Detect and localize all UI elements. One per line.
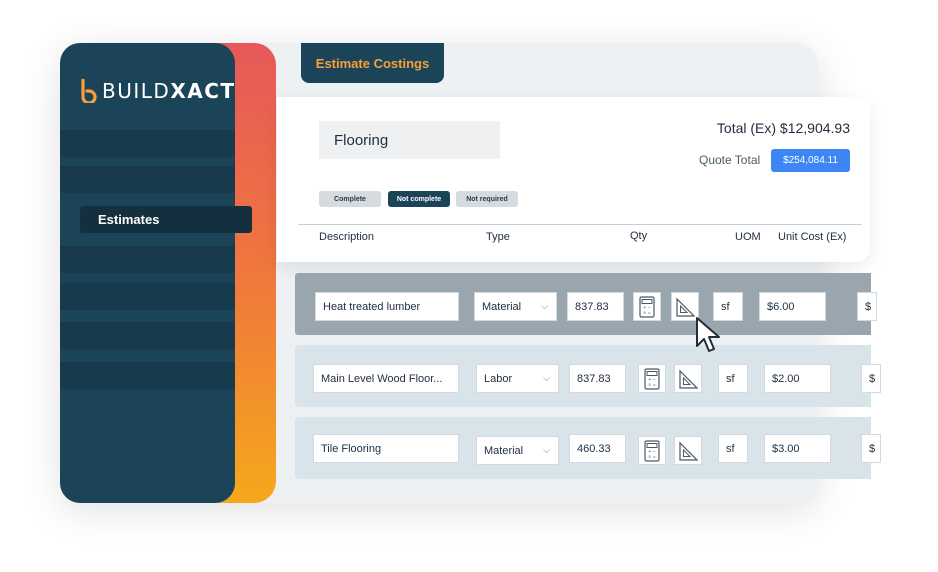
- description-input[interactable]: Heat treated lumber: [315, 292, 459, 321]
- chevron-down-icon: ⌵: [543, 445, 550, 455]
- stage-name-input[interactable]: Flooring: [319, 121, 500, 159]
- chevron-down-icon: ⌵: [543, 373, 550, 383]
- sidebar-item-estimates[interactable]: Estimates: [80, 206, 252, 233]
- unit-cost-input[interactable]: $2.00: [764, 364, 831, 393]
- set-square-icon: [679, 369, 698, 389]
- total-cost-input[interactable]: $: [861, 434, 881, 463]
- calculator-icon: + −× =: [644, 367, 660, 390]
- tab-estimate-costings[interactable]: Estimate Costings: [301, 43, 444, 83]
- column-header-type: Type: [486, 231, 510, 243]
- takeoff-button[interactable]: [674, 436, 702, 465]
- buildxact-logo-icon: [81, 79, 97, 103]
- qty-input[interactable]: 460.33: [569, 434, 626, 463]
- svg-text:+ −: + −: [643, 304, 651, 309]
- column-header-description: Description: [319, 231, 375, 243]
- takeoff-button[interactable]: [674, 364, 702, 393]
- sidebar-item-placeholder[interactable]: [60, 246, 235, 273]
- table-row[interactable]: Tile Flooring Material ⌵ 460.33 + − × = s…: [295, 417, 881, 479]
- type-select[interactable]: Material ⌵: [476, 436, 559, 465]
- status-not-complete-button[interactable]: Not complete: [388, 191, 450, 207]
- buildxact-logo: BUILD XACT: [80, 78, 236, 104]
- sidebar-item-placeholder[interactable]: [60, 166, 235, 193]
- unit-cost-input[interactable]: $6.00: [759, 292, 826, 321]
- type-select[interactable]: Material ⌵: [474, 292, 557, 321]
- calculator-icon: + −× =: [639, 295, 655, 318]
- mouse-pointer-icon: [696, 317, 720, 352]
- sidebar-item-placeholder[interactable]: [60, 283, 235, 310]
- column-header-unit-cost: Unit Cost (Ex): [778, 231, 847, 243]
- svg-text:× =: × =: [648, 454, 656, 459]
- table-row[interactable]: Main Level Wood Floor... Labor ⌵ 837.83 …: [295, 345, 881, 407]
- sidebar: [60, 43, 235, 503]
- description-input[interactable]: Main Level Wood Floor...: [313, 364, 459, 393]
- type-select-value: Material: [484, 444, 524, 457]
- status-complete-button[interactable]: Complete: [319, 191, 381, 207]
- set-square-icon: [676, 297, 695, 317]
- description-input[interactable]: Tile Flooring: [313, 434, 459, 463]
- uom-input[interactable]: sf: [718, 434, 748, 463]
- total-cost-input[interactable]: $: [857, 292, 877, 321]
- quote-total-button[interactable]: $254,084.11: [771, 149, 850, 172]
- svg-text:× =: × =: [648, 382, 656, 387]
- type-select[interactable]: Labor ⌵: [476, 364, 559, 393]
- svg-text:× =: × =: [643, 310, 651, 315]
- column-header-uom: UOM: [735, 231, 761, 243]
- svg-text:+ −: + −: [648, 448, 656, 453]
- table-row[interactable]: Heat treated lumber Material ⌵ 837.83 + …: [295, 273, 877, 335]
- column-header-qty: Qty: [630, 230, 648, 242]
- type-select-value: Labor: [484, 372, 513, 385]
- status-not-required-button[interactable]: Not required: [456, 191, 518, 207]
- svg-text:+ −: + −: [648, 376, 656, 381]
- type-select-value: Material: [482, 300, 522, 313]
- chevron-down-icon: ⌵: [541, 301, 548, 311]
- sidebar-item-placeholder[interactable]: [60, 130, 235, 157]
- unit-cost-input[interactable]: $3.00: [764, 434, 831, 463]
- qty-input[interactable]: 837.83: [569, 364, 626, 393]
- qty-input[interactable]: 837.83: [567, 292, 624, 321]
- calculator-button[interactable]: + − × =: [638, 364, 666, 393]
- header-divider: [298, 224, 862, 225]
- calculator-button[interactable]: + − × =: [633, 292, 661, 321]
- uom-input[interactable]: sf: [718, 364, 748, 393]
- logo-word-xact: XACT: [170, 79, 236, 103]
- quote-total-label: Quote Total: [699, 153, 761, 167]
- sidebar-item-placeholder[interactable]: [60, 362, 235, 389]
- total-cost-input[interactable]: $: [861, 364, 881, 393]
- calculator-icon: + −× =: [644, 439, 660, 462]
- sidebar-item-placeholder[interactable]: [60, 322, 235, 349]
- logo-word-build: BUILD: [102, 79, 171, 103]
- set-square-icon: [679, 441, 698, 461]
- total-ex-label: Total (Ex) $12,904.93: [716, 120, 850, 136]
- calculator-button[interactable]: + − × =: [638, 436, 666, 465]
